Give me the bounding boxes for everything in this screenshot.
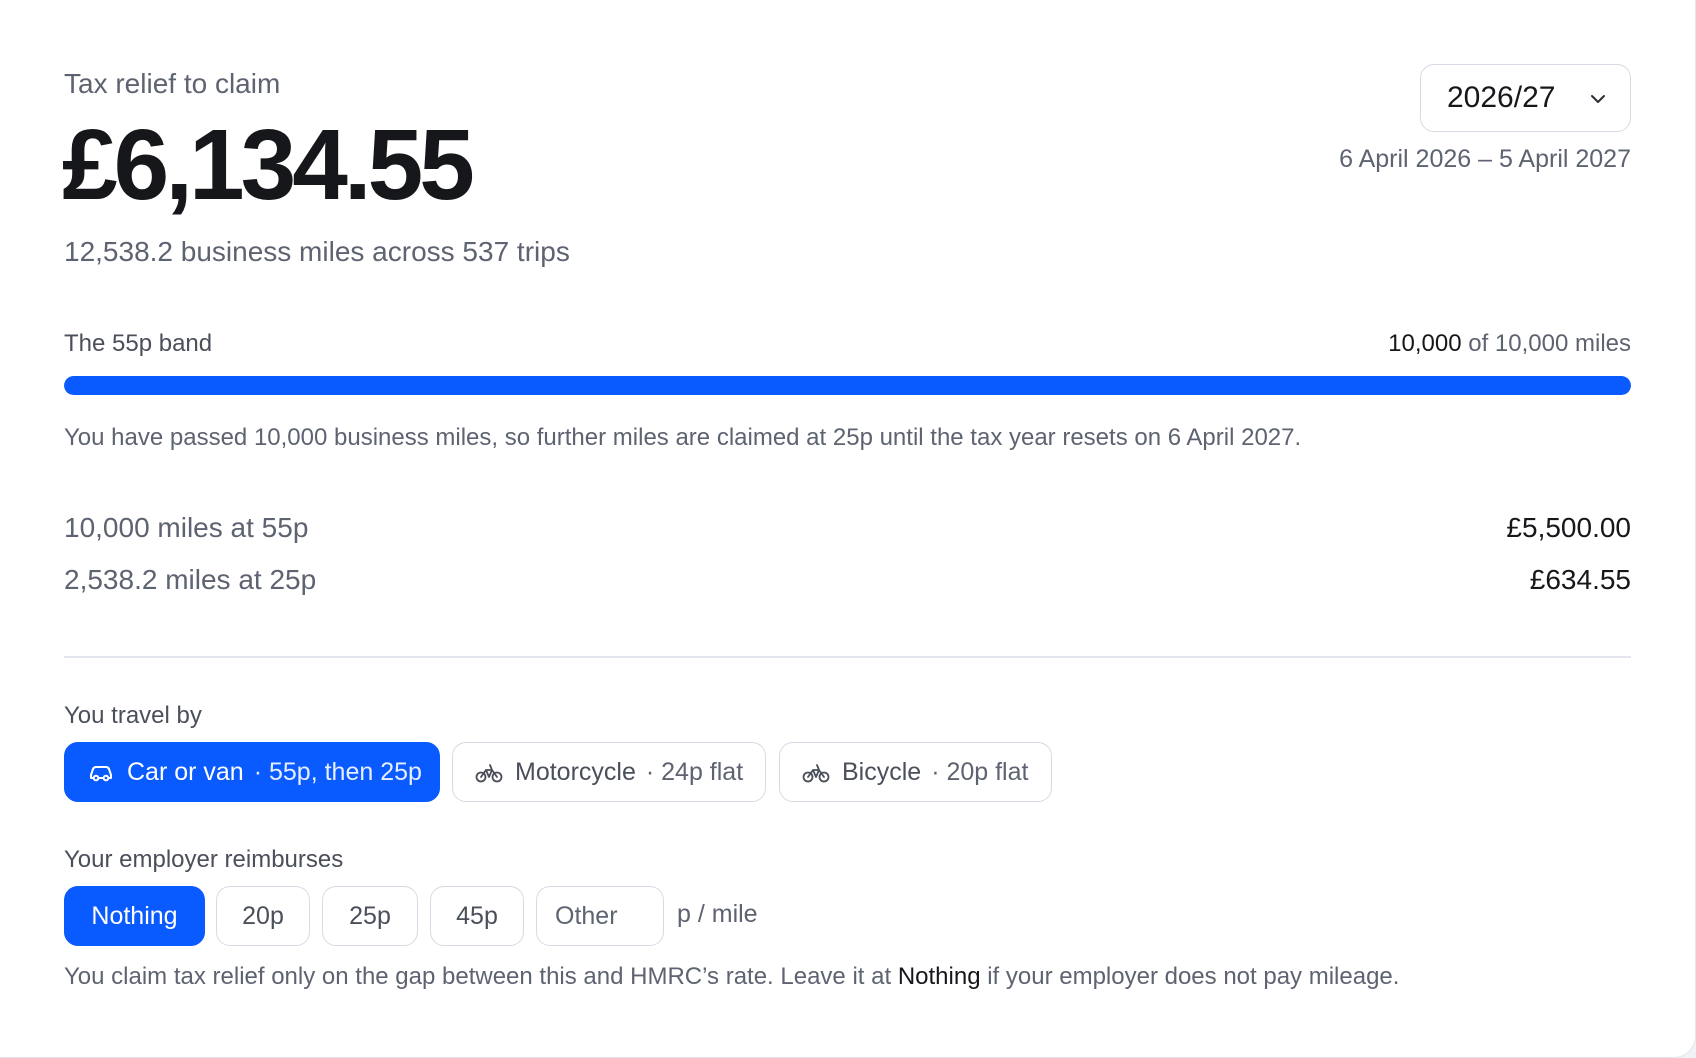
- travel-mode-rate: · 55p, then 25p: [253, 757, 422, 786]
- tax-relief-amount: £6,134.55: [62, 109, 475, 221]
- breakdown-row: 10,000 miles at 55p £5,500.00: [64, 510, 1631, 546]
- breakdown-value: £5,500.00: [1506, 512, 1631, 543]
- tax-year-value: 2026/27: [1447, 81, 1556, 114]
- tax-relief-card: Tax relief to claim £6,134.55 12,538.2 b…: [0, 0, 1696, 1058]
- footer-strong: Nothing: [897, 963, 981, 990]
- bike-icon: [475, 764, 503, 783]
- band-of-total: of 10,000 miles: [1468, 330, 1631, 357]
- band-count: 10,000 of 10,000 miles: [1388, 330, 1631, 358]
- tax-year-range: 6 April 2026 – 5 April 2027: [1339, 145, 1631, 173]
- employer-reimburses-label: Your employer reimburses: [64, 846, 344, 873]
- band-note: You have passed 10,000 business miles, s…: [64, 424, 1302, 451]
- travel-mode-rate: · 24p flat: [645, 757, 744, 786]
- tax-relief-heading: Tax relief to claim: [64, 68, 281, 99]
- car-icon: [90, 766, 112, 782]
- travel-mode-name: Bicycle: [842, 757, 922, 786]
- per-mile-unit: p / mile: [677, 900, 758, 928]
- travel-mode-label: You travel by: [64, 702, 202, 729]
- reimburse-20p-button[interactable]: 20p: [216, 886, 310, 946]
- reimburse-nothing-button[interactable]: Nothing: [64, 886, 205, 946]
- reimburse-45p-button[interactable]: 45p: [430, 886, 524, 946]
- breakdown-row: 2,538.2 miles at 25p £634.55: [64, 562, 1631, 598]
- travel-mode-motorcycle-button[interactable]: Motorcycle · 24p flat: [452, 742, 766, 802]
- breakdown-label: 2,538.2 miles at 25p: [64, 564, 317, 595]
- tax-year-select[interactable]: 2026/27: [1420, 64, 1631, 132]
- band-progress-fill: [64, 376, 1631, 395]
- breakdown-label: 10,000 miles at 55p: [64, 512, 309, 543]
- footer-text: You claim tax relief only on the gap bet…: [64, 963, 898, 990]
- bike-icon: [802, 764, 830, 783]
- travel-mode-name: Motorcycle: [515, 757, 636, 786]
- band-label: The 55p band: [64, 330, 213, 357]
- travel-mode-name: Car or van: [127, 757, 244, 786]
- footer-text: if your employer does not pay mileage.: [980, 963, 1400, 990]
- reimburse-other-input[interactable]: [536, 886, 664, 946]
- miles-summary: 12,538.2 business miles across 537 trips: [64, 236, 570, 267]
- section-divider: [64, 656, 1631, 658]
- reimburse-footer-note: You claim tax relief only on the gap bet…: [64, 963, 1399, 991]
- travel-mode-rate: · 20p flat: [931, 757, 1029, 786]
- reimburse-25p-button[interactable]: 25p: [322, 886, 418, 946]
- travel-mode-bicycle-button[interactable]: Bicycle · 20p flat: [779, 742, 1052, 802]
- breakdown-value: £634.55: [1529, 564, 1631, 595]
- chevron-down-icon: [1591, 95, 1605, 103]
- travel-mode-car-button[interactable]: Car or van · 55p, then 25p: [64, 742, 440, 802]
- band-progress-bar: [64, 376, 1631, 395]
- band-used: 10,000: [1388, 330, 1462, 357]
